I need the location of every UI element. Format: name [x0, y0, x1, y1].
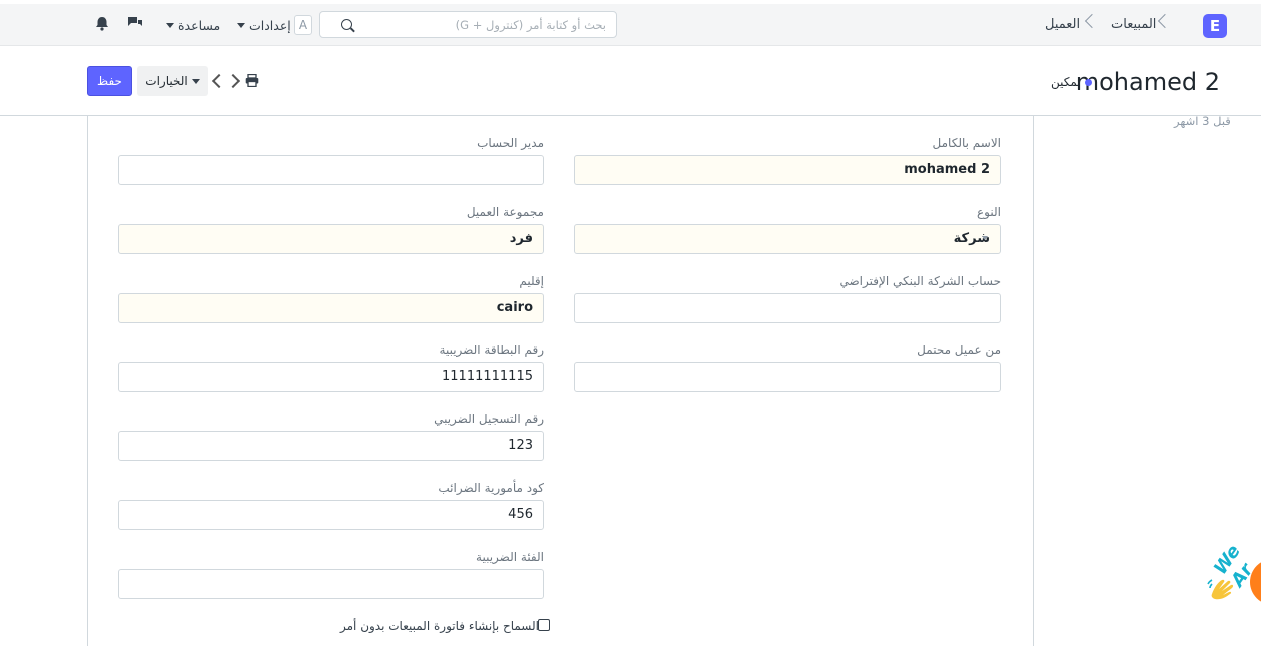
allow-sales-invoice-checkbox[interactable]: [538, 619, 550, 631]
settings-caret-icon: [237, 23, 245, 28]
account-manager-field[interactable]: [118, 155, 544, 185]
account-manager-label: مدير الحساب: [477, 136, 544, 150]
type-label: النوع: [977, 205, 1001, 219]
search-input[interactable]: بحث أو كتابة أمر (كنترول + G): [319, 11, 617, 38]
tax-registration-number-field[interactable]: 123: [118, 431, 544, 461]
breadcrumb-chevron-icon: [1084, 13, 1100, 29]
full-name-label: الاسم بالكامل: [932, 136, 1001, 150]
breadcrumb-selling[interactable]: المبيعات: [1111, 17, 1156, 32]
modified-timestamp: قبل 3 اشهر: [1174, 114, 1231, 128]
help-caret-icon: [166, 23, 174, 28]
select-caret-icon: [982, 236, 988, 240]
tax-card-number-field[interactable]: 11111111115: [118, 362, 544, 392]
chat-icon[interactable]: [127, 16, 143, 30]
options-label: الخيارات: [145, 74, 188, 88]
customer-group-label: مجموعة العميل: [466, 205, 544, 219]
avatar[interactable]: A: [294, 15, 312, 35]
tax-registration-number-label: رقم التسجيل الضريبي: [434, 412, 544, 426]
tax-office-code-label: كود مأمورية الضرائب: [438, 481, 544, 495]
page-head: mohamed 2 تمكين الخيارات حفظ: [0, 46, 1261, 116]
allow-sales-invoice-label: السماح بإنشاء فاتورة المبيعات بدون أمر: [340, 619, 540, 633]
app-logo[interactable]: E: [1203, 14, 1227, 38]
settings-menu[interactable]: إعدادات: [249, 18, 291, 33]
default-bank-account-label: حساب الشركة البنكي الإفتراضي: [839, 274, 1001, 288]
breadcrumb-customer[interactable]: العميل: [1045, 17, 1080, 32]
from-lead-field[interactable]: [574, 362, 1001, 392]
options-button[interactable]: الخيارات: [137, 66, 208, 96]
previous-record-icon[interactable]: [211, 73, 227, 89]
tax-category-field[interactable]: [118, 569, 544, 599]
options-caret-icon: [191, 78, 200, 84]
from-lead-label: من عميل محتمل: [917, 343, 1001, 357]
tax-card-number-label: رقم البطاقة الضريبية: [439, 343, 544, 357]
help-menu[interactable]: مساعدة: [178, 18, 220, 33]
default-bank-account-field[interactable]: [574, 293, 1001, 323]
territory-label: إقليم: [519, 274, 544, 288]
status-indicator-dot: [1085, 79, 1092, 86]
tax-category-label: الفئة الضريبية: [476, 550, 544, 564]
type-select[interactable]: شركة: [574, 224, 1001, 254]
customer-group-field[interactable]: فرد: [118, 224, 544, 254]
page-title: mohamed 2: [1075, 68, 1220, 96]
next-record-icon[interactable]: [225, 73, 241, 89]
waving-hand-icon: [1207, 579, 1234, 600]
search-icon: [341, 19, 352, 30]
tax-office-code-field[interactable]: 456: [118, 500, 544, 530]
notification-bell-icon[interactable]: [95, 16, 109, 31]
territory-field[interactable]: cairo: [118, 293, 544, 323]
status-badge: تمكين: [1051, 75, 1081, 89]
full-name-field[interactable]: mohamed 2: [574, 155, 1001, 185]
navbar: E المبيعات العميل بحث أو كتابة أمر (كنتر…: [0, 4, 1261, 46]
save-button[interactable]: حفظ: [87, 66, 132, 96]
search-placeholder: بحث أو كتابة أمر (كنترول + G): [455, 18, 606, 32]
breadcrumb-chevron-icon: [1157, 13, 1173, 29]
print-icon[interactable]: [245, 74, 259, 87]
